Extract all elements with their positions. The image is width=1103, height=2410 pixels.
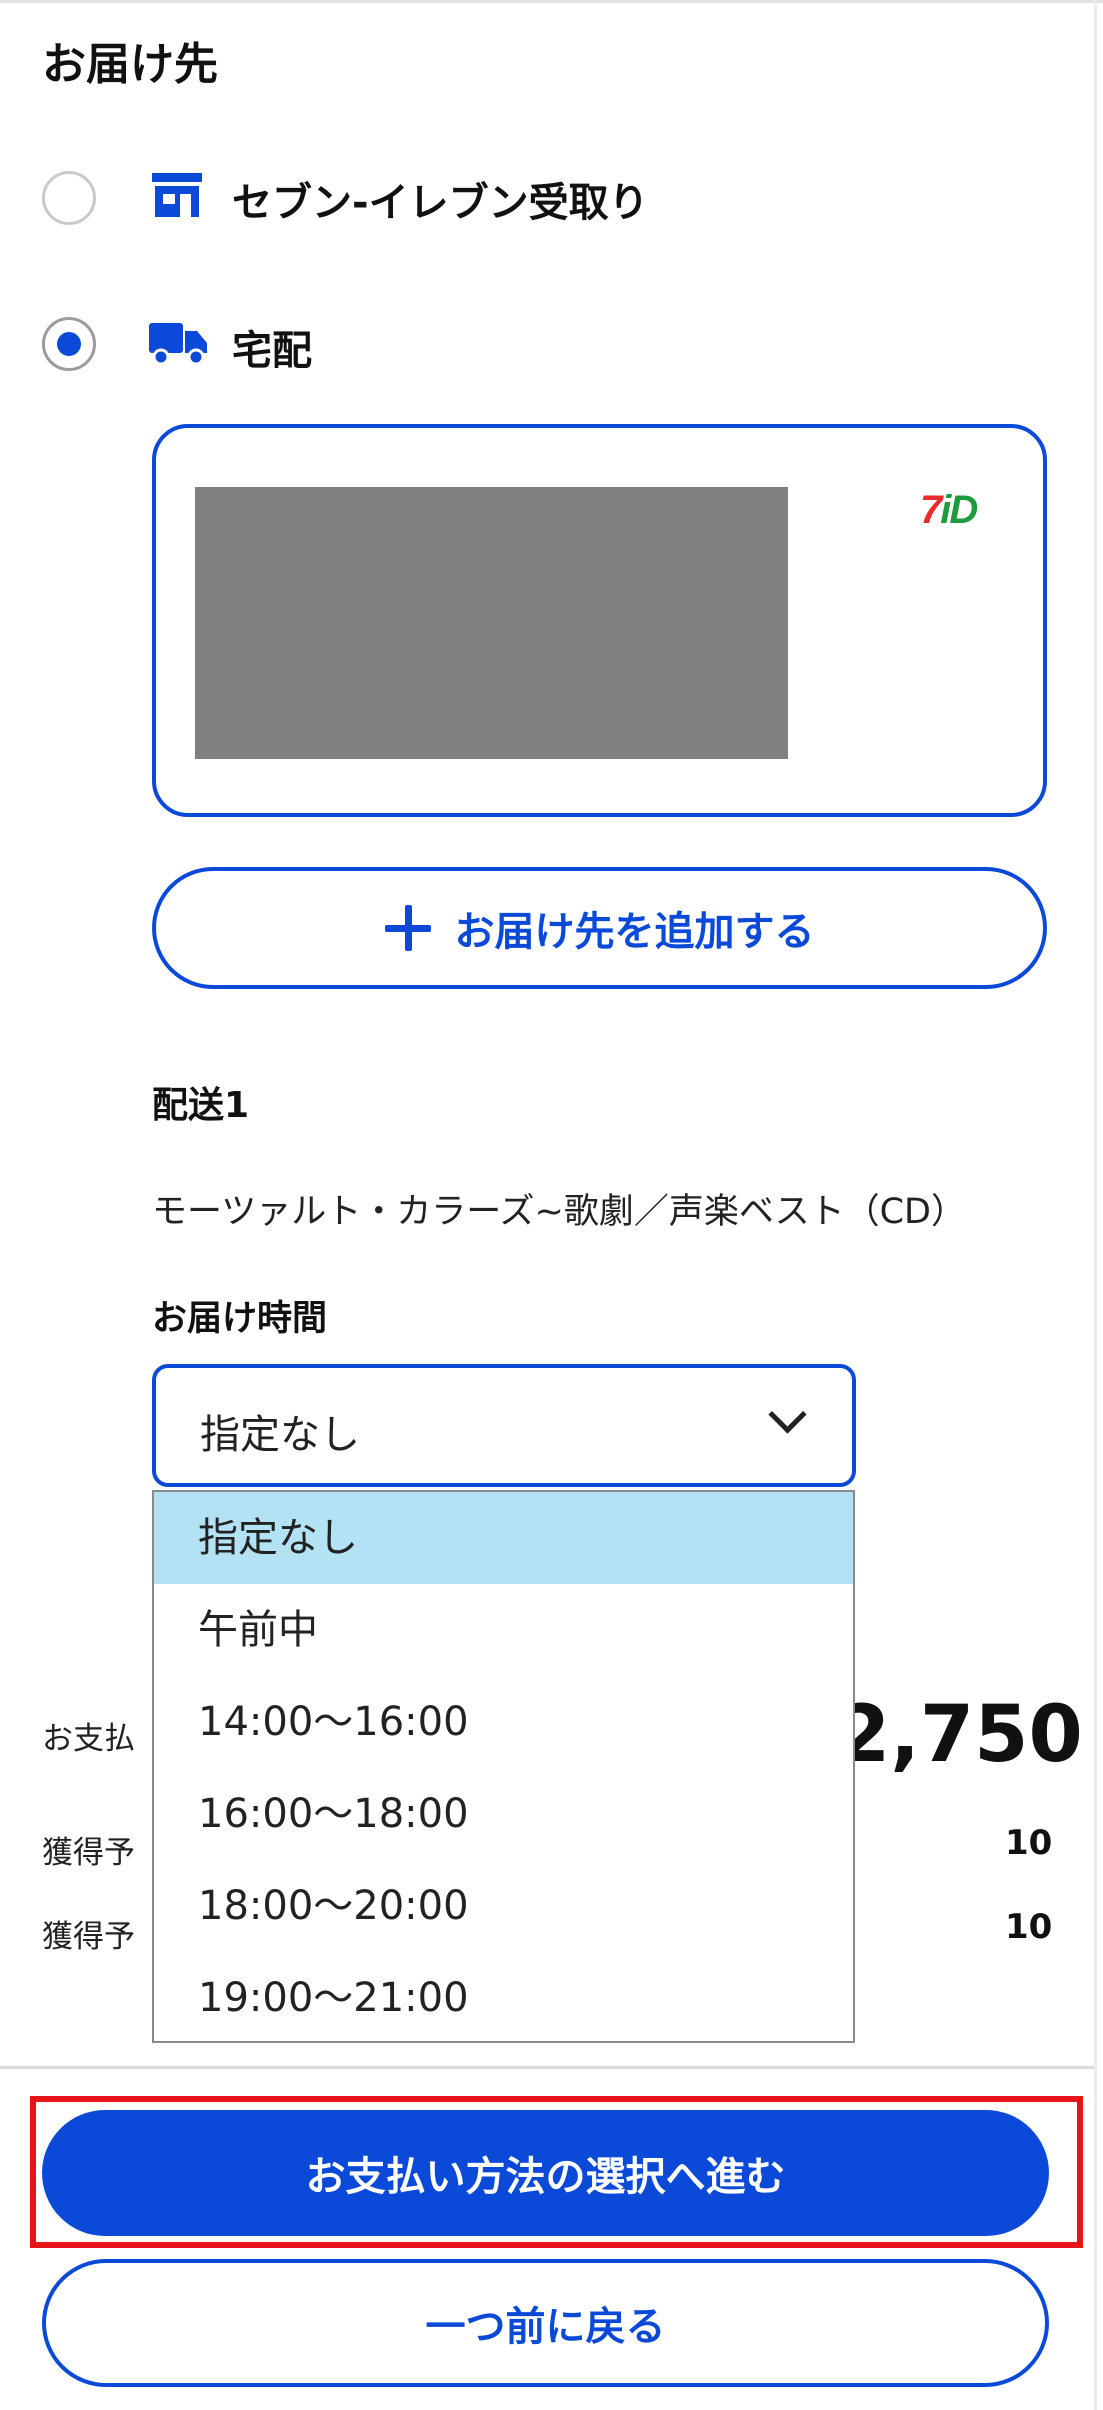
truck-icon (149, 323, 207, 369)
product-name: モーツァルト・カラーズ~歌劇／声楽ベスト（CD） (152, 1192, 966, 1232)
proceed-to-payment-button[interactable]: お支払い方法の選択へ進む (42, 2110, 1049, 2236)
dropdown-option[interactable]: 18:00〜20:00 (154, 1860, 853, 1952)
delivery-time-label: お届け時間 (152, 1299, 328, 1339)
add-address-label: お届け先を追加する (454, 909, 815, 955)
radio-seven-eleven-pickup[interactable] (42, 171, 96, 225)
delivery-time-select-value: 指定なし (200, 1412, 360, 1458)
footer-divider (0, 2066, 1094, 2069)
proceed-to-payment-label: お支払い方法の選択へ進む (305, 2154, 786, 2200)
brand-logo: 7iD (920, 488, 978, 532)
delivery-time-dropdown: 指定なし 午前中 14:00〜16:00 16:00〜18:00 18:00〜2… (152, 1490, 855, 2043)
summary-points-1: 10 (1005, 1823, 1053, 1863)
shipment-title: 配送1 (152, 1085, 250, 1126)
back-label: 一つ前に戻る (425, 2304, 666, 2350)
dropdown-option[interactable]: 16:00〜18:00 (154, 1768, 853, 1860)
summary-points-2: 10 (1005, 1907, 1053, 1947)
add-address-button[interactable]: お届け先を追加する (152, 867, 1047, 989)
back-button[interactable]: 一つ前に戻る (42, 2259, 1049, 2387)
summary-label-points-2: 獲得予 (42, 1919, 135, 1955)
dropdown-option[interactable]: 午前中 (154, 1584, 853, 1676)
dropdown-option[interactable]: 14:00〜16:00 (154, 1676, 853, 1768)
option-label-home-delivery: 宅配 (232, 328, 312, 374)
chevron-down-icon (768, 1395, 807, 1434)
address-redacted-block (195, 487, 788, 759)
dropdown-option[interactable]: 19:00〜21:00 (154, 1952, 853, 2044)
radio-checked-dot (57, 332, 81, 356)
summary-payment-amount: 2,750 (836, 1690, 1083, 1780)
delivery-section-title: お届け先 (42, 39, 218, 90)
dropdown-option[interactable]: 指定なし (154, 1492, 853, 1584)
store-icon (152, 173, 202, 221)
top-divider (0, 0, 1103, 3)
summary-label-payment: お支払 (42, 1721, 135, 1757)
right-edge-line (1094, 0, 1097, 2410)
option-label-seven-eleven: セブン-イレブン受取り (232, 180, 649, 226)
radio-home-delivery[interactable] (42, 317, 96, 371)
summary-label-points-1: 獲得予 (42, 1835, 135, 1871)
plus-icon (384, 905, 431, 951)
delivery-time-select[interactable]: 指定なし (152, 1364, 856, 1487)
